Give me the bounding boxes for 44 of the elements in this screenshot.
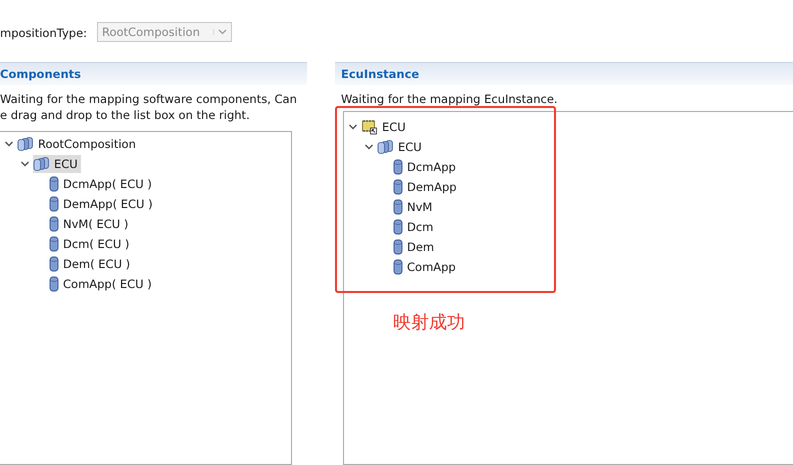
description-text: Waiting for the mapping software components, Can: [0, 91, 298, 107]
description-text: e drag and drop to the list box on the right.: [0, 107, 251, 123]
section-title: EcuInstance: [341, 67, 420, 81]
cylinder-icon: [49, 176, 59, 192]
chip-icon: [361, 119, 378, 135]
caret-icon: [213, 29, 227, 35]
tree-item[interactable]: NvM: [393, 198, 436, 216]
tree-item[interactable]: Dcm: [393, 218, 436, 236]
tree-item[interactable]: DemApp( ECU ): [49, 195, 156, 213]
section-title: Components: [0, 67, 81, 81]
tree-item[interactable]: ComApp( ECU ): [49, 275, 155, 293]
cylinders-icon: [377, 139, 394, 155]
tree-item[interactable]: RootComposition: [17, 135, 139, 153]
expand-caret-icon[interactable]: [348, 122, 358, 132]
tree-item[interactable]: Dcm( ECU ): [49, 235, 132, 253]
expand-caret-icon[interactable]: [364, 142, 374, 152]
expand-caret-icon[interactable]: [20, 159, 30, 169]
tree-item[interactable]: ECU: [33, 155, 81, 173]
cylinder-icon: [49, 196, 59, 212]
cylinder-icon: [393, 179, 403, 195]
tree-item[interactable]: ComApp: [393, 258, 459, 276]
cylinder-icon: [393, 219, 403, 235]
description-text: Waiting for the mapping EcuInstance.: [341, 91, 559, 107]
tree-item[interactable]: ECU: [377, 138, 425, 156]
cylinder-icon: [49, 276, 59, 292]
tree-item[interactable]: Dem( ECU ): [49, 255, 134, 273]
cylinder-icon: [49, 256, 59, 272]
tree-item[interactable]: DemApp: [393, 178, 460, 196]
tree-item[interactable]: DcmApp( ECU ): [49, 175, 155, 193]
cylinder-icon: [393, 259, 403, 275]
cylinders-icon: [33, 156, 50, 172]
annotation-text: 映射成功: [393, 311, 465, 334]
cylinder-icon: [49, 216, 59, 232]
tree-item[interactable]: NvM( ECU ): [49, 215, 132, 233]
cylinders-icon: [17, 136, 34, 152]
tree-item[interactable]: ECU: [361, 118, 409, 136]
cylinder-icon: [393, 159, 403, 175]
field-label: mpositionType:: [0, 26, 88, 40]
cylinder-icon: [49, 236, 59, 252]
cylinder-icon: [393, 239, 403, 255]
expand-caret-icon[interactable]: [4, 139, 14, 149]
tree-item[interactable]: Dem: [393, 238, 438, 256]
tree-item[interactable]: DcmApp: [393, 158, 459, 176]
cylinder-icon: [393, 199, 403, 215]
